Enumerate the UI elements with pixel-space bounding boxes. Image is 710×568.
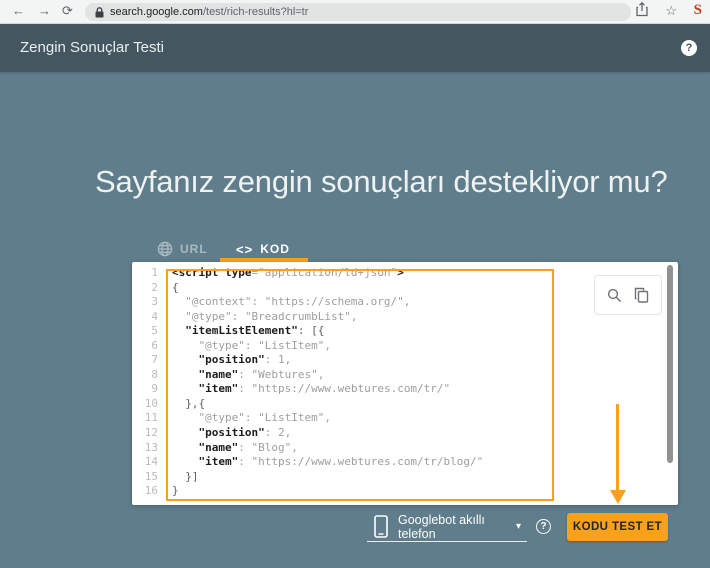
code-line: 10 },{	[144, 396, 206, 410]
code-icon: <>	[236, 241, 254, 257]
annotation-arrow-head	[610, 490, 626, 504]
help-icon[interactable]: ?	[681, 40, 697, 56]
code-line: 12 "position": 2,	[144, 426, 292, 440]
code-line: 14 "item": "https://www.webtures.com/tr/…	[144, 455, 484, 469]
address-bar[interactable]: search.google.com/test/rich-results?hl=t…	[85, 3, 631, 21]
user-agent-dropdown[interactable]: Googlebot akıllı telefon ▾	[367, 512, 527, 542]
app-title: Zengin Sonuçlar Testi	[20, 39, 164, 56]
tab-kod-label: KOD	[260, 242, 290, 256]
code-line: 16}	[144, 484, 179, 498]
annotation-arrow	[616, 404, 619, 491]
code-line: 11 "@type": "ListItem",	[144, 411, 331, 425]
browser-toolbar: ← → ⟳ search.google.com/test/rich-result…	[0, 0, 710, 24]
page-title: Sayfanız zengin sonuçları destekliyor mu…	[95, 164, 668, 199]
code-line: 15 }]	[144, 469, 199, 483]
editor-toolbar	[594, 275, 662, 315]
rich-results-test-page: ← → ⟳ search.google.com/test/rich-result…	[0, 0, 710, 568]
url-path: /test/rich-results?hl=tr	[202, 6, 309, 18]
tab-kod[interactable]: <> KOD	[236, 238, 290, 260]
lock-icon	[95, 6, 104, 17]
code-line: 13 "name": "Blog",	[144, 440, 298, 454]
bookmark-star-icon[interactable]: ☆	[665, 3, 677, 19]
code-line: 6 "@type": "ListItem",	[151, 338, 331, 352]
search-icon[interactable]	[607, 288, 622, 303]
url-domain: search.google.com	[110, 6, 203, 18]
test-code-button[interactable]: KODU TEST ET	[567, 513, 668, 541]
code-line: 5 "itemListElement": [{	[151, 324, 325, 338]
app-header: Zengin Sonuçlar Testi ?	[0, 24, 710, 72]
chevron-down-icon: ▾	[515, 521, 521, 532]
code-editor[interactable]: 1 <script type="application/ld+json"> 2{3 …	[132, 262, 678, 505]
smartphone-icon	[374, 515, 388, 538]
user-agent-label: Googlebot akıllı telefon	[398, 512, 485, 541]
forward-icon[interactable]: →	[38, 3, 51, 18]
extension-icon[interactable]: S	[694, 2, 702, 19]
reload-icon[interactable]: ⟳	[62, 3, 73, 19]
back-icon[interactable]: ←	[12, 3, 25, 18]
user-agent-help-icon[interactable]: ?	[536, 519, 551, 534]
scrollbar-thumb[interactable]	[667, 265, 673, 463]
code-line: 8 "name": "Webtures",	[151, 367, 325, 381]
code-line: 7 "position": 1,	[151, 353, 292, 367]
share-icon[interactable]	[636, 1, 648, 20]
code-line: 9 "item": "https://www.webtures.com/tr/"	[151, 382, 451, 396]
tab-url[interactable]: URL	[157, 238, 208, 260]
copy-icon[interactable]	[634, 287, 649, 303]
tab-url-label: URL	[180, 242, 208, 256]
globe-icon	[157, 241, 173, 257]
